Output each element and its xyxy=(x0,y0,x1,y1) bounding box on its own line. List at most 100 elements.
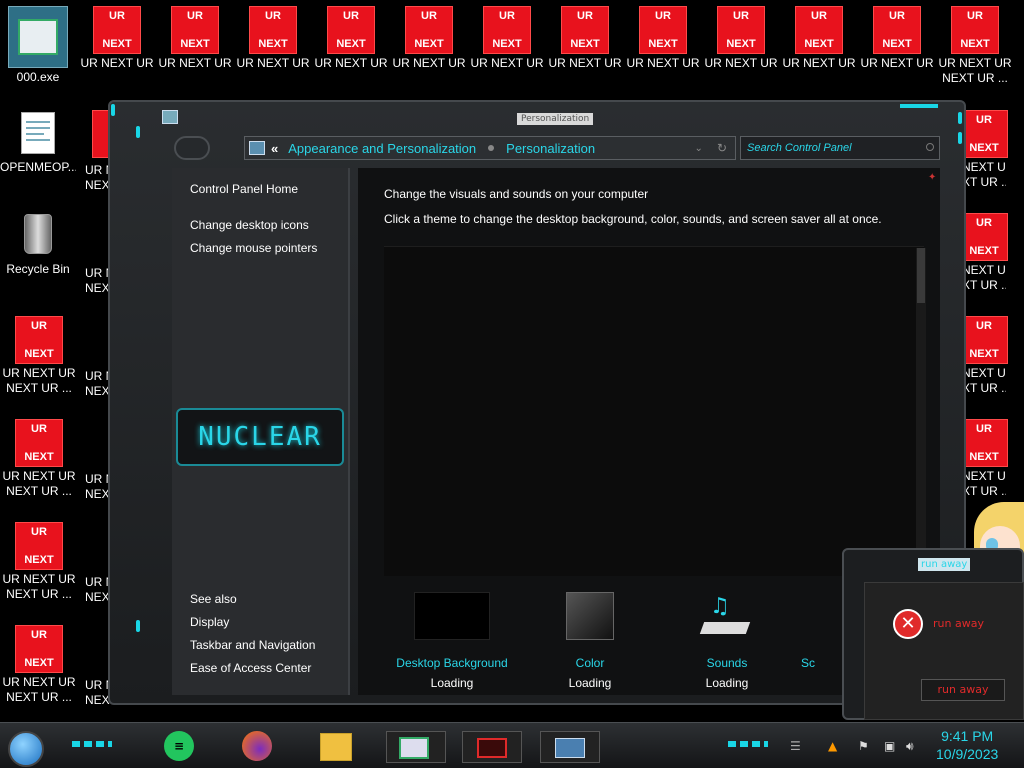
desktop-icon-label: UR NEXT UR xyxy=(938,56,1012,70)
sounds-icon[interactable]: ♫ xyxy=(699,592,751,638)
breadcrumb-appearance[interactable]: Appearance and Personalization xyxy=(288,141,476,156)
desktop-icon-ur-next[interactable]: UR NEXT UR NEXT UR xyxy=(391,6,467,71)
option-title: Sc xyxy=(800,656,815,670)
help-icon[interactable]: ✦ xyxy=(928,172,936,183)
taskbar-app-network[interactable] xyxy=(540,731,600,763)
search-icon[interactable] xyxy=(926,143,934,151)
frame-accent xyxy=(136,620,140,632)
breadcrumb-personalization[interactable]: Personalization xyxy=(506,141,595,156)
sounds-option[interactable]: Sounds Loading xyxy=(667,656,787,690)
warning-icon[interactable]: ▲ xyxy=(828,739,837,753)
desktop-icon-ur-next[interactable]: UR NEXT UR NEXT UR xyxy=(235,6,311,71)
left-navigation-pane: Control Panel Home Change desktop icons … xyxy=(172,168,350,695)
display-link[interactable]: Display xyxy=(190,615,229,629)
taskbar-accent xyxy=(728,741,768,747)
refresh-icon[interactable]: ↻ xyxy=(717,141,727,155)
desktop-icon-label: OPENMEOP... xyxy=(0,160,76,174)
clock-time: 9:41 PM xyxy=(941,728,994,744)
desktop-icon-ur-next[interactable]: UR NEXT UR NEXT UR xyxy=(703,6,779,71)
desktop-icon-ur-next[interactable]: UR NEXT UR NEXT UR xyxy=(547,6,623,71)
desktop-icon-document[interactable]: OPENMEOP... xyxy=(0,112,76,175)
desktop-icon-recycle-bin[interactable]: Recycle Bin xyxy=(0,214,76,277)
title-bar[interactable]: Personalization xyxy=(110,102,964,130)
chat-app-icon[interactable]: ≡ xyxy=(164,731,194,761)
desktop-icon-ur-next[interactable]: UR NEXT UR NEXT UR xyxy=(625,6,701,71)
page-subheading: Click a theme to change the desktop back… xyxy=(384,212,882,226)
desktop-icon-ur-next[interactable]: UR NEXT UR NEXT UR NEXT UR ... xyxy=(1,316,77,396)
run-away-button[interactable]: run away xyxy=(921,679,1005,701)
change-mouse-pointers-link[interactable]: Change mouse pointers xyxy=(190,241,317,255)
desktop-icon-label: UR NEXT UR xyxy=(236,56,310,70)
window-app-icon xyxy=(162,110,178,124)
ease-of-access-link[interactable]: Ease of Access Center xyxy=(190,661,311,675)
desktop-icon-label: UR NEXT UR xyxy=(158,56,232,70)
desktop-icon-label: UR NEXT UR xyxy=(2,675,76,689)
file-explorer-icon[interactable] xyxy=(320,733,352,761)
desktop-icon-label: UR NEXT UR xyxy=(782,56,856,70)
desktop-icon-ur-next[interactable] xyxy=(79,110,109,158)
color-swatch[interactable] xyxy=(566,592,614,640)
breadcrumb-separator-icon xyxy=(488,145,495,151)
start-button[interactable] xyxy=(8,731,44,767)
desktop-icon-ur-next[interactable]: UR NEXT UR NEXT UR xyxy=(157,6,233,71)
desktop-icon-label: 000.exe xyxy=(16,70,60,84)
taskbar-app-control-panel[interactable] xyxy=(386,731,446,763)
theme-gallery[interactable] xyxy=(384,246,924,576)
flag-icon[interactable]: ⚑ xyxy=(858,739,869,753)
option-status: Loading xyxy=(430,676,474,690)
desktop-icon-label: UR NEXT UR xyxy=(2,572,76,586)
color-option[interactable]: Color Loading xyxy=(530,656,650,690)
desktop-icon-ur-next[interactable]: UR NEXT UR NEXT UR xyxy=(469,6,545,71)
desktop-icon-label: NEXT UR ... xyxy=(6,484,72,498)
document-icon xyxy=(21,112,55,154)
desktop-icon-ur-next[interactable]: UR NEXT UR NEXT UR xyxy=(781,6,857,71)
address-bar[interactable]: « Appearance and Personalization Persona… xyxy=(244,136,736,160)
desktop-icon-label: XT UR ... xyxy=(962,484,1006,498)
ur-next-icon: UR NEXT xyxy=(960,316,1008,364)
desktop-icon-ur-next[interactable]: UR NEXT UR NEXT UR NEXT UR ... xyxy=(1,625,77,705)
theme-scrollbar[interactable] xyxy=(916,248,926,578)
screen-saver-option[interactable]: Sc xyxy=(778,656,838,670)
desktop-icon-ur-next[interactable]: UR NEXT UR NEXT UR xyxy=(859,6,935,71)
desktop-icon-label: Recycle Bin xyxy=(6,262,70,276)
desktop-icon-label: UR NEXT UR xyxy=(860,56,934,70)
ur-next-icon: UR NEXT xyxy=(717,6,765,54)
ur-next-icon: UR NEXT xyxy=(639,6,687,54)
page-heading: Change the visuals and sounds on your co… xyxy=(384,187,649,201)
search-input[interactable]: Search Control Panel xyxy=(740,136,940,160)
taskbar-navigation-link[interactable]: Taskbar and Navigation xyxy=(190,638,315,652)
desktop-icon-ur-next[interactable]: UR NEXT UR NEXT UR xyxy=(79,6,155,71)
desktop-icon-label: NEXT UR xyxy=(962,160,1006,174)
desktop-icon-ur-next[interactable]: UR NEXT UR NEXT UR NEXT UR ... xyxy=(1,419,77,499)
change-desktop-icons-link[interactable]: Change desktop icons xyxy=(190,218,309,232)
volume-icon[interactable]: 🔊︎ xyxy=(906,739,914,754)
app-window-icon xyxy=(8,6,68,68)
error-dialog-title: run away xyxy=(918,558,971,571)
firefox-icon[interactable] xyxy=(242,731,272,761)
desktop-icon-ur-next[interactable]: UR NEXT UR NEXT UR NEXT UR ... xyxy=(937,6,1013,86)
ur-next-icon: UR NEXT xyxy=(951,6,999,54)
scrollbar-thumb[interactable] xyxy=(917,248,925,303)
back-forward-buttons[interactable] xyxy=(174,136,210,160)
ur-next-icon: UR NEXT xyxy=(171,6,219,54)
control-panel-icon xyxy=(249,141,265,155)
window-title: Personalization xyxy=(517,113,594,125)
desktop-icon-label: XT UR ... xyxy=(962,381,1006,395)
breadcrumb-back[interactable]: « xyxy=(271,141,278,156)
ur-next-icon: UR NEXT xyxy=(795,6,843,54)
desktop-background-thumbnail[interactable] xyxy=(414,592,490,640)
network-icon[interactable]: ▣ xyxy=(884,739,895,753)
desktop-background-option[interactable]: Desktop Background Loading xyxy=(392,656,512,690)
control-panel-home-link[interactable]: Control Panel Home xyxy=(190,182,298,196)
desktop-icon-ur-next[interactable]: UR NEXT UR NEXT UR xyxy=(313,6,389,71)
desktop-icon-label: UR NEXT UR xyxy=(392,56,466,70)
clock[interactable]: 9:41 PM 10/9/2023 xyxy=(936,727,998,763)
taskbar-app-red[interactable] xyxy=(462,731,522,763)
taskbar: ≡ ☰ ▲ ⚑ ▣ 🔊︎ 9:41 PM 10/9/2023 xyxy=(0,722,1024,768)
chevron-down-icon[interactable]: ⌄ xyxy=(695,143,703,154)
ur-next-icon: UR NEXT xyxy=(15,316,63,364)
desktop-icon-exe[interactable]: 000.exe xyxy=(0,6,76,85)
notifications-icon[interactable]: ☰ xyxy=(790,739,801,753)
desktop-icon-label: NEXT UR xyxy=(962,263,1006,277)
desktop-icon-ur-next[interactable]: UR NEXT UR NEXT UR NEXT UR ... xyxy=(1,522,77,602)
